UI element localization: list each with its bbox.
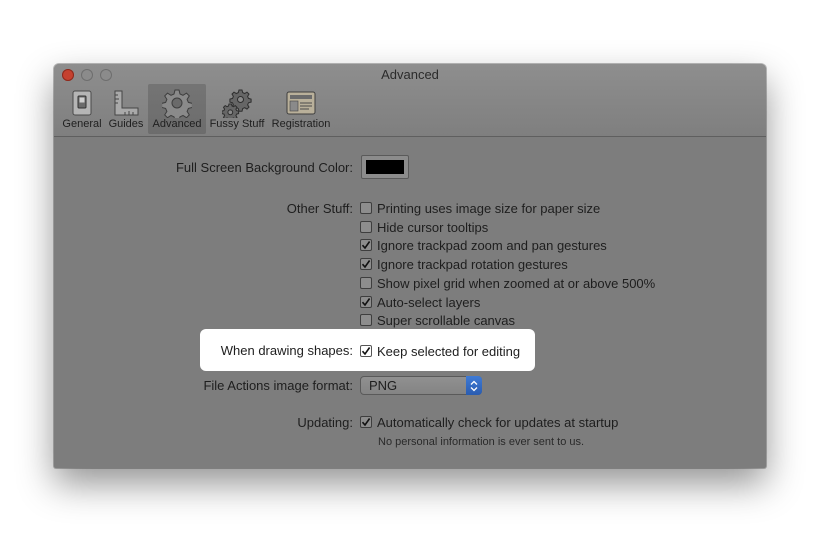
checkbox-checked[interactable] (360, 345, 372, 357)
tab-label: General (62, 118, 102, 130)
preferences-window: Advanced General Guides Advanced Fussy S… (54, 64, 766, 468)
tab-general[interactable]: General (60, 84, 104, 134)
tab-advanced[interactable]: Advanced (148, 84, 206, 134)
option-ignore-rotation[interactable]: Ignore trackpad rotation gestures (360, 256, 568, 272)
option-keep-selected[interactable]: Keep selected for editing (360, 343, 520, 359)
checkmark-icon (361, 298, 371, 307)
option-label: Super scrollable canvas (377, 312, 516, 328)
option-label: Show pixel grid when zoomed at or above … (377, 275, 656, 291)
tab-registration[interactable]: Registration (268, 84, 334, 134)
license-card-icon (285, 88, 317, 118)
checkbox-checked[interactable] (360, 416, 372, 428)
option-label: Ignore trackpad zoom and pan gestures (377, 237, 607, 253)
updown-chevron-icon (466, 376, 482, 395)
checkmark-icon (361, 347, 371, 356)
checkmark-icon (361, 418, 371, 427)
option-label: Ignore trackpad rotation gestures (377, 256, 568, 272)
tab-label: Registration (271, 118, 331, 130)
checkbox-checked[interactable] (360, 296, 372, 308)
color-swatch (366, 160, 404, 174)
option-ignore-zoom-pan[interactable]: Ignore trackpad zoom and pan gestures (360, 237, 607, 253)
checkbox-checked[interactable] (360, 258, 372, 270)
tab-label: Advanced (152, 118, 202, 130)
tab-guides[interactable]: Guides (106, 84, 146, 134)
option-label: Auto-select layers (377, 294, 481, 310)
privacy-note: No personal information is ever sent to … (378, 436, 585, 448)
checkbox-unchecked[interactable] (360, 314, 372, 326)
option-super-scrollable[interactable]: Super scrollable canvas (360, 312, 515, 328)
checkbox-unchecked[interactable] (360, 277, 372, 289)
option-label: Printing uses image size for paper size (377, 200, 601, 216)
option-label: Keep selected for editing (377, 343, 521, 359)
tab-fussy-stuff[interactable]: Fussy Stuff (208, 84, 266, 134)
option-label: Hide cursor tooltips (377, 219, 489, 235)
updating-label: Updating: (297, 415, 353, 430)
checkmark-icon (361, 241, 371, 250)
option-printing-image-size[interactable]: Printing uses image size for paper size (360, 200, 600, 216)
checkmark-icon (361, 260, 371, 269)
select-value: PNG (369, 378, 398, 393)
switch-icon (70, 88, 94, 118)
checkbox-checked[interactable] (360, 239, 372, 251)
other-stuff-label: Other Stuff: (286, 201, 353, 216)
ruler-icon (112, 88, 140, 118)
option-show-pixel-grid[interactable]: Show pixel grid when zoomed at or above … (360, 275, 655, 291)
tab-label: Guides (108, 118, 144, 130)
checkbox-unchecked[interactable] (360, 202, 372, 214)
gears-icon (222, 88, 252, 118)
gear-icon (162, 88, 192, 118)
option-hide-cursor-tooltips[interactable]: Hide cursor tooltips (360, 219, 488, 235)
drawing-shapes-label: When drawing shapes: (220, 343, 353, 358)
image-format-select[interactable]: PNG (360, 376, 482, 395)
window-title: Advanced (381, 67, 439, 82)
fullscreen-color-well[interactable] (361, 155, 409, 179)
checkbox-unchecked[interactable] (360, 221, 372, 233)
fullscreen-color-label: Full Screen Background Color: (175, 160, 353, 175)
tab-label: Fussy Stuff (209, 118, 265, 130)
toolbar: Advanced General Guides Advanced Fussy S… (54, 64, 766, 137)
file-actions-label: File Actions image format: (203, 378, 353, 393)
option-auto-select-layers[interactable]: Auto-select layers (360, 294, 480, 310)
option-label: Automatically check for updates at start… (377, 414, 619, 430)
option-auto-check-updates[interactable]: Automatically check for updates at start… (360, 414, 618, 430)
